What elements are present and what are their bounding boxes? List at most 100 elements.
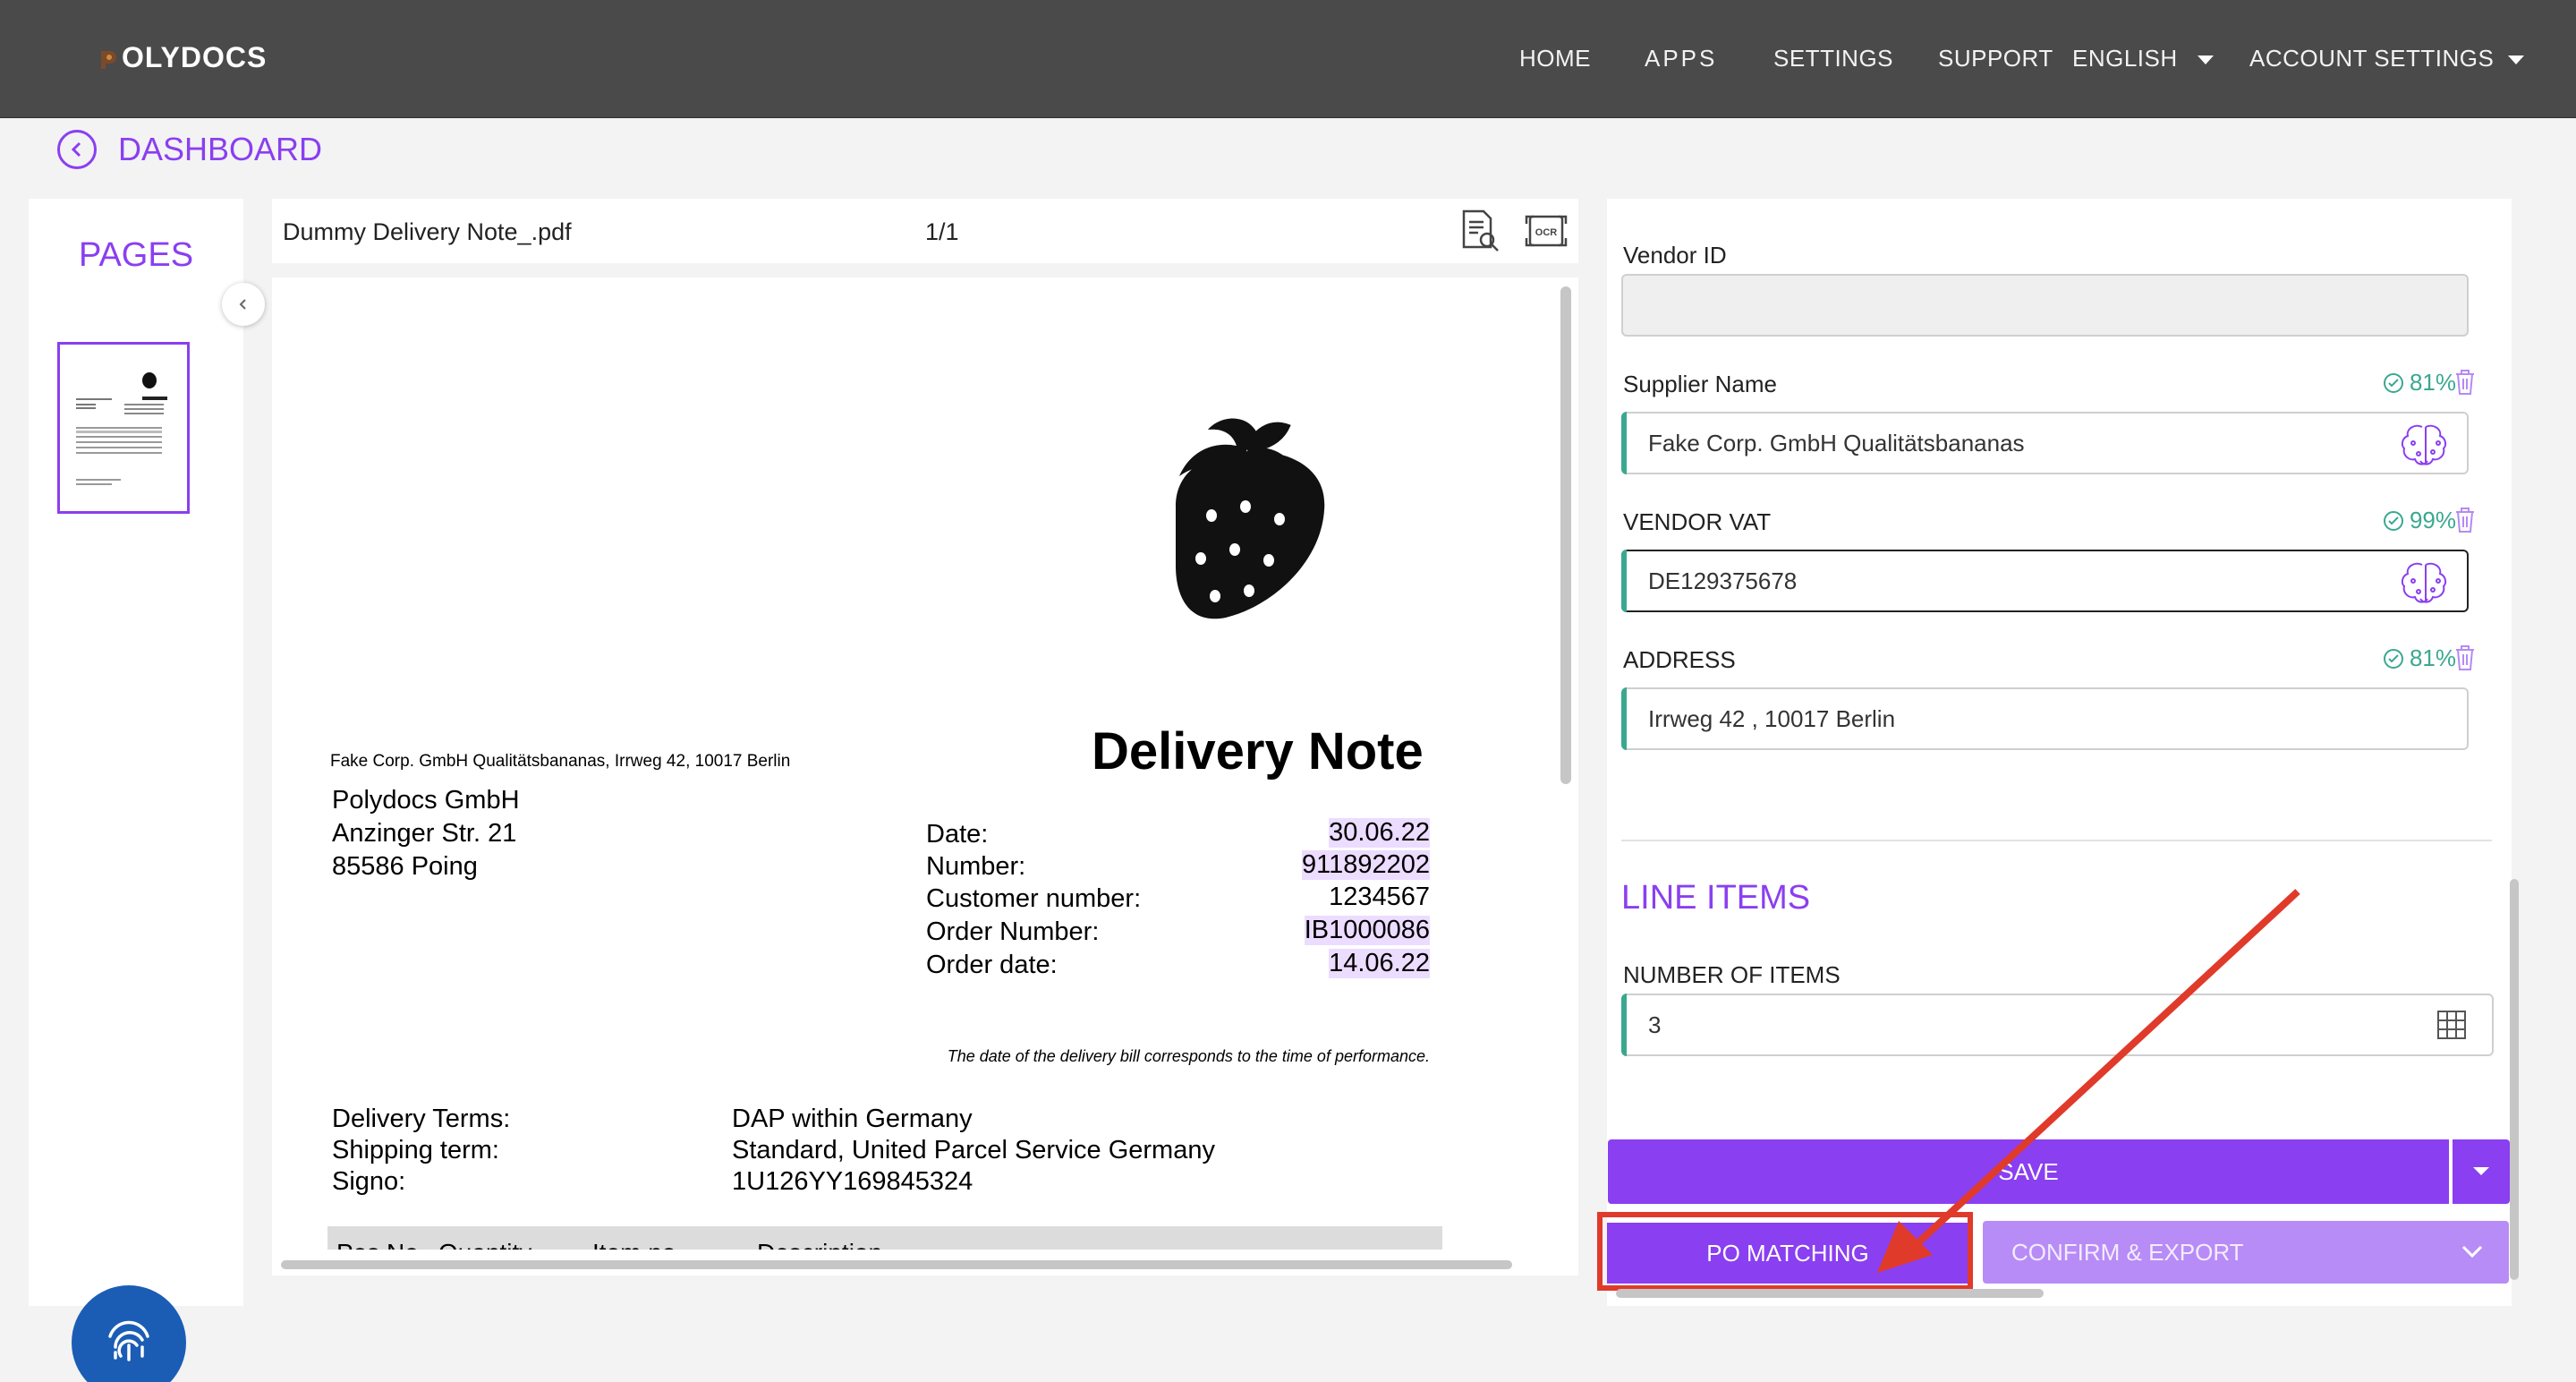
svg-text:OCR: OCR [1535,227,1558,238]
table-header-cell: Pos No. [336,1239,426,1250]
document-viewer[interactable]: Fake Corp. GmbH Qualitätsbananas, Irrweg… [272,277,1578,1275]
vendor-vat-value: DE129375678 [1648,567,1798,594]
fingerprint-icon [108,1320,149,1361]
ai-brain-icon[interactable] [2401,559,2451,604]
number-of-items-input[interactable]: 3 [1621,994,2494,1056]
ocr-icon[interactable]: OCR [1523,208,1569,254]
address-input[interactable]: Irrweg 42 , 10017 Berlin [1621,687,2469,750]
highlight-frame [1597,1212,1973,1291]
recipient-line: Polydocs GmbH [332,786,520,815]
language-selector[interactable]: ENGLISH [2072,45,2214,73]
save-button[interactable]: SAVE [1608,1139,2449,1204]
recipient-line: Anzinger Str. 21 [332,819,517,848]
line-items-title: LINE ITEMS [1621,879,1811,917]
meta-value-order-number[interactable]: IB1000086 [1304,916,1430,945]
section-divider [1621,840,2492,841]
recipient-line: 85586 Poing [332,852,478,881]
caret-down-icon [2473,1167,2489,1175]
pages-title: PAGES [78,236,194,274]
logo-mark-icon [101,50,116,69]
delivery-note-remark: The date of the delivery bill correspond… [947,1047,1430,1065]
address-value: Irrweg 42 , 10017 Berlin [1648,704,1896,732]
supplier-confidence: 81% [2383,369,2456,397]
vat-confidence: 99% [2383,507,2456,534]
confidence-value: 81% [2409,369,2456,396]
pages-panel: PAGES [29,199,243,1306]
caret-down-icon [2508,55,2525,65]
chevron-down-icon [2461,1245,2483,1258]
terms-label: Delivery Terms: [332,1105,511,1133]
top-navigation-bar: OLYDOCS HOME APPS SETTINGS SUPPORT ENGLI… [0,0,2576,118]
strawberry-logo [1176,418,1325,619]
vendor-vat-input[interactable]: DE129375678 [1621,550,2469,612]
app-logo[interactable]: OLYDOCS [98,41,267,74]
document-toolbar: Dummy Delivery Note_.pdf 1/1 OCR [272,199,1578,263]
items-table-header: Pos No. Quantity Item no. Description [327,1226,1442,1250]
terms-value: Standard, United Parcel Service Germany [732,1136,1215,1164]
terms-value: DAP within Germany [732,1105,973,1133]
terms-label: Signo: [332,1167,406,1196]
page-thumbnail[interactable] [57,342,190,514]
address-label: ADDRESS [1623,646,1736,673]
back-to-dashboard[interactable]: DASHBOARD [57,130,322,169]
vendor-id-label: Vendor ID [1623,242,1727,269]
account-settings-label: ACCOUNT SETTINGS [2249,45,2495,72]
chevron-left-icon [239,299,246,310]
logo-text: OLYDOCS [122,41,268,73]
fields-vertical-scrollbar[interactable] [2510,879,2519,1280]
viewer-vertical-scrollbar[interactable] [1560,286,1571,784]
nav-home[interactable]: HOME [1519,45,1591,73]
confidence-value: 99% [2409,507,2456,533]
trash-icon[interactable] [2454,369,2476,396]
table-header-cell: Description [757,1239,882,1250]
meta-label: Order Number: [926,917,1100,946]
document-search-icon[interactable] [1457,208,1503,254]
meta-label: Number: [926,852,1026,881]
confirm-export-label: CONFIRM & EXPORT [2011,1238,2244,1266]
sender-line: Fake Corp. GmbH Qualitätsbananas, Irrweg… [330,752,791,771]
supplier-name-value: Fake Corp. GmbH Qualitätsbananas [1648,429,2025,456]
number-of-items-label: NUMBER OF ITEMS [1623,961,1841,988]
supplier-name-input[interactable]: Fake Corp. GmbH Qualitätsbananas [1621,412,2469,474]
check-circle-icon [2383,510,2403,531]
nav-apps[interactable]: APPS [1645,45,1717,73]
meta-label: Order date: [926,951,1058,979]
confirm-export-button[interactable]: CONFIRM & EXPORT [1983,1221,2509,1284]
ai-brain-icon[interactable] [2401,422,2451,466]
table-header-cell: Quantity [438,1239,531,1250]
vendor-vat-label: VENDOR VAT [1623,508,1772,535]
nav-settings[interactable]: SETTINGS [1773,45,1893,73]
collapse-pages-button[interactable] [222,283,265,326]
viewer-horizontal-scrollbar[interactable] [281,1260,1512,1269]
back-circle-icon [57,130,97,169]
terms-label: Shipping term: [332,1136,499,1164]
meta-value-order-date[interactable]: 14.06.22 [1329,949,1430,978]
number-of-items-value: 3 [1648,1011,1662,1038]
horizontal-scrollbar[interactable] [1616,1289,2044,1298]
account-settings-menu[interactable]: ACCOUNT SETTINGS [2249,45,2525,73]
meta-value-number[interactable]: 911892202 [1301,850,1430,880]
caret-down-icon [2197,55,2214,65]
meta-value-customer-number: 1234567 [1329,883,1430,911]
nav-support[interactable]: SUPPORT [1938,45,2053,73]
table-header-cell: Item no. [592,1239,683,1250]
vendor-id-input[interactable] [1621,274,2469,337]
check-circle-icon [2383,372,2403,393]
check-circle-icon [2383,648,2403,669]
supplier-name-label: Supplier Name [1623,371,1777,397]
address-confidence: 81% [2383,644,2456,672]
trash-icon[interactable] [2454,507,2476,533]
document-file-name: Dummy Delivery Note_.pdf [283,218,572,245]
meta-label: Customer number: [926,884,1142,913]
language-label: ENGLISH [2072,45,2178,72]
meta-label: Date: [926,820,989,849]
confidence-value: 81% [2409,644,2456,671]
terms-value: 1U126YY169845324 [732,1167,973,1196]
dashboard-label: DASHBOARD [118,131,323,167]
grid-icon[interactable] [2436,1010,2467,1040]
meta-value-date[interactable]: 30.06.22 [1329,818,1430,848]
page-indicator: 1/1 [925,218,959,245]
trash-icon[interactable] [2454,644,2476,671]
save-options-button[interactable] [2453,1139,2510,1204]
thumbnail-preview [76,372,167,485]
